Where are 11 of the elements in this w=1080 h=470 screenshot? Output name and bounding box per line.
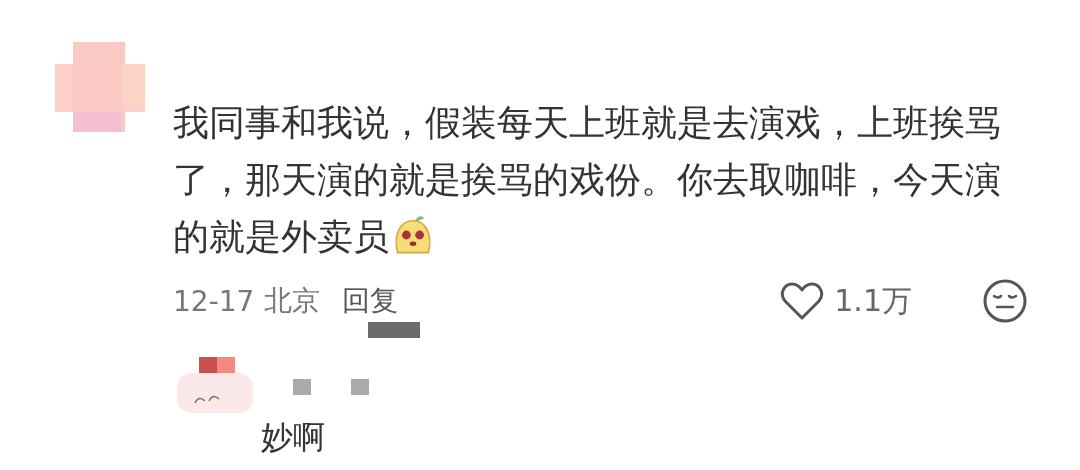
comment-date: 12-17 <box>173 284 255 318</box>
face-icon[interactable] <box>982 278 1028 324</box>
comment-text: 我同事和我说，假装每天上班就是去演戏，上班挨骂了，那天演的就是挨骂的戏份。你去取咖啡，今天演的就是外卖员 <box>173 101 1002 259</box>
reply-text: 妙啊 <box>261 417 326 457</box>
mosaic-patch <box>351 379 369 395</box>
mosaic-patch <box>368 322 421 338</box>
heart-icon <box>780 281 825 321</box>
like-button[interactable]: 1.1万 <box>780 280 912 322</box>
reply-button[interactable]: 回复 <box>342 282 399 320</box>
comment-location: 北京 <box>264 283 321 319</box>
mosaic-patch <box>293 379 311 395</box>
